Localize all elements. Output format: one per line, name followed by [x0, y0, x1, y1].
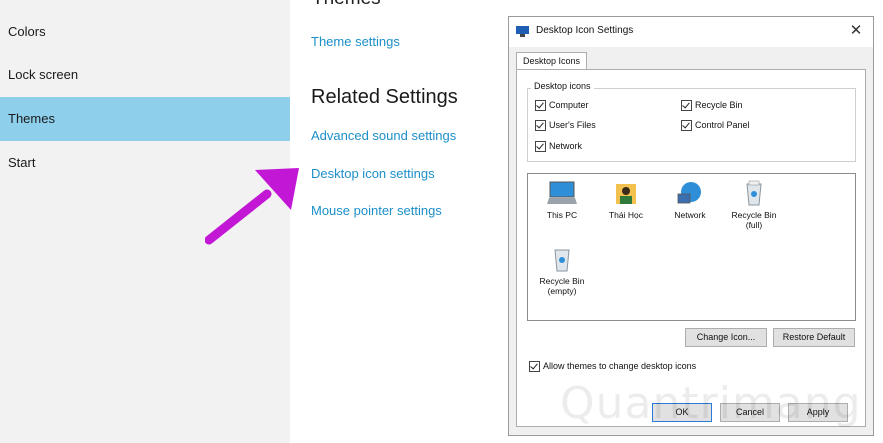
checkbox-recycle-bin[interactable]: Recycle Bin [681, 99, 743, 112]
checkbox-checked-icon[interactable] [681, 120, 692, 132]
checkbox-label: Allow themes to change desktop icons [543, 361, 697, 371]
desktop-icon-list: This PC Thái Học Network Recycle Bin (fu… [527, 173, 856, 321]
tab-panel: Desktop icons Computer Recycle Bin User'… [516, 69, 866, 427]
recycle-bin-full-icon [746, 180, 762, 206]
checkbox-computer[interactable]: Computer [535, 99, 589, 112]
desktop-icon-settings-dialog: Desktop Icon Settings ✕ Desktop Icons De… [508, 16, 874, 436]
network-icon [677, 182, 701, 204]
checkbox-control-panel[interactable]: Control Panel [681, 119, 750, 132]
nav-item-themes[interactable]: Themes [0, 97, 290, 141]
icon-item-this-pc[interactable]: This PC [534, 180, 590, 220]
recycle-bin-empty-icon [554, 249, 570, 272]
icon-item-network[interactable]: Network [662, 180, 718, 220]
watermark: Quantrimang [560, 378, 862, 429]
checkbox-label: Control Panel [695, 120, 750, 130]
computer-icon [547, 181, 577, 204]
checkbox-allow-themes[interactable]: Allow themes to change desktop icons [529, 360, 697, 373]
group-label: Desktop icons [531, 81, 594, 91]
nav-item-lock-screen[interactable]: Lock screen [0, 53, 290, 97]
close-button[interactable]: ✕ [847, 21, 865, 39]
nav-item-colors[interactable]: Colors [0, 10, 290, 54]
mouse-pointer-settings-link[interactable]: Mouse pointer settings [311, 203, 442, 218]
section-heading-cut: Themes [312, 0, 381, 10]
icon-item-recycle-bin-empty[interactable]: Recycle Bin (empty) [534, 246, 590, 296]
user-folder-icon [616, 184, 636, 204]
dialog-titlebar[interactable]: Desktop Icon Settings ✕ [509, 17, 873, 47]
icon-label: Recycle Bin (full) [731, 210, 777, 230]
checkbox-label: Network [549, 141, 583, 151]
annotation-arrow-icon [205, 168, 299, 245]
checkbox-users-files[interactable]: User's Files [535, 119, 596, 132]
checkbox-checked-icon[interactable] [529, 361, 540, 373]
icon-label: Recycle Bin (empty) [539, 276, 585, 296]
checkbox-checked-icon[interactable] [535, 141, 546, 153]
desktop-icon-settings-link[interactable]: Desktop icon settings [311, 166, 435, 181]
advanced-sound-settings-link[interactable]: Advanced sound settings [311, 128, 456, 143]
desktop-settings-icon [516, 26, 529, 37]
icon-item-recycle-bin-full[interactable]: Recycle Bin (full) [726, 180, 782, 230]
dialog-title: Desktop Icon Settings [536, 25, 634, 36]
icon-label: Network [674, 210, 706, 220]
icon-label: This PC [546, 210, 578, 220]
checkbox-network[interactable]: Network [535, 140, 583, 153]
checkbox-label: Computer [549, 100, 589, 110]
related-settings-heading: Related Settings [311, 86, 458, 108]
theme-settings-link[interactable]: Theme settings [311, 34, 400, 49]
icon-label: Thái Học [608, 210, 643, 220]
change-icon-button[interactable]: Change Icon... [685, 328, 767, 347]
checkbox-checked-icon[interactable] [535, 100, 546, 112]
checkbox-label: Recycle Bin [695, 100, 743, 110]
restore-default-button[interactable]: Restore Default [773, 328, 855, 347]
checkbox-label: User's Files [549, 120, 596, 130]
icon-item-user-files[interactable]: Thái Học [598, 180, 654, 220]
checkbox-checked-icon[interactable] [681, 100, 692, 112]
checkbox-checked-icon[interactable] [535, 120, 546, 132]
